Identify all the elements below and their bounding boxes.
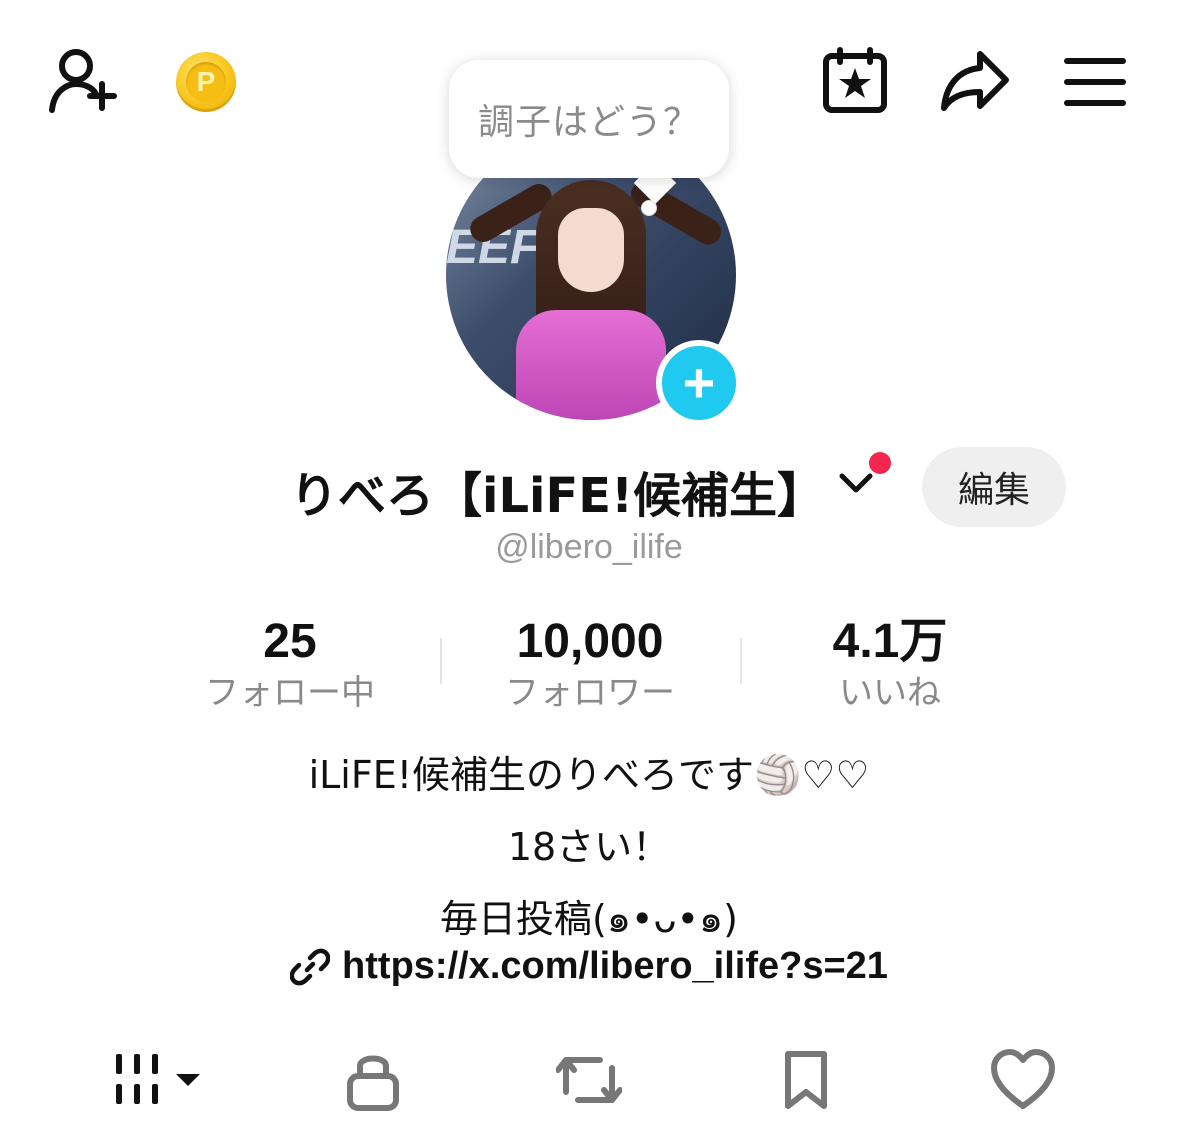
bio-link-text: https://x.com/libero_ilife?s=21 xyxy=(342,945,888,987)
stat-label: フォロワー xyxy=(505,673,675,713)
username-handle: @libero_ilife xyxy=(495,528,683,566)
menu-button[interactable] xyxy=(1062,56,1128,108)
bookmark-icon xyxy=(785,1051,827,1109)
tab-saved[interactable] xyxy=(780,1048,832,1116)
add-friend-button[interactable] xyxy=(44,44,124,120)
stat-label: フォロー中 xyxy=(205,673,375,713)
share-arrow-icon xyxy=(941,51,1009,111)
plus-icon: + xyxy=(682,351,716,414)
avatar-face xyxy=(558,208,624,292)
add-story-button[interactable]: + xyxy=(656,340,742,426)
stat-label: いいね xyxy=(839,673,941,713)
link-icon xyxy=(290,948,331,985)
display-name: りべろ【iLiFE!候補生】 xyxy=(290,468,825,524)
status-bubble-dot xyxy=(641,200,657,216)
edit-profile-button[interactable]: 編集 xyxy=(922,447,1066,527)
bio-line-2: 18さい！ xyxy=(507,825,671,869)
status-bubble-text: 調子はどう？ xyxy=(477,102,700,143)
stat-followers[interactable]: 10,000 フォロワー xyxy=(440,614,740,716)
tab-liked[interactable] xyxy=(990,1048,1056,1116)
stat-following[interactable]: 25 フォロー中 xyxy=(140,614,440,716)
stat-value: 10,000 xyxy=(516,615,664,668)
edit-profile-label: 編集 xyxy=(957,470,1030,511)
bio-line-1: iLiFE!候補生のりべろです🏐♡♡ xyxy=(308,753,870,797)
coin-button[interactable]: P xyxy=(176,52,236,112)
tab-private[interactable] xyxy=(344,1048,402,1116)
bio-line-3: 毎日投稿(๑•ᴗ•๑) xyxy=(440,897,738,941)
calendar-button[interactable] xyxy=(820,46,890,116)
tab-videos[interactable] xyxy=(112,1048,204,1116)
coin-icon: P xyxy=(186,62,226,102)
avatar-outfit xyxy=(516,310,666,420)
videos-grid-icon xyxy=(116,1054,200,1104)
stat-value: 25 xyxy=(263,615,317,668)
person-plus-icon xyxy=(49,49,117,113)
chevron-down-icon xyxy=(839,473,873,493)
hamburger-menu-icon xyxy=(1064,58,1126,106)
share-button[interactable] xyxy=(938,48,1012,114)
repost-icon xyxy=(555,1057,623,1103)
status-bubble[interactable]: 調子はどう？ xyxy=(449,60,729,178)
heart-icon xyxy=(991,1049,1055,1109)
account-switch-button[interactable] xyxy=(836,468,876,502)
stat-likes[interactable]: 4.1万 いいね xyxy=(740,614,1040,716)
lock-icon xyxy=(347,1055,399,1111)
bio-link[interactable]: https://x.com/libero_ilife?s=21 xyxy=(0,945,1178,988)
tab-reposts[interactable] xyxy=(555,1048,623,1116)
calendar-star-icon xyxy=(823,47,887,113)
stat-value: 4.1万 xyxy=(832,615,948,668)
notification-dot xyxy=(869,452,891,474)
